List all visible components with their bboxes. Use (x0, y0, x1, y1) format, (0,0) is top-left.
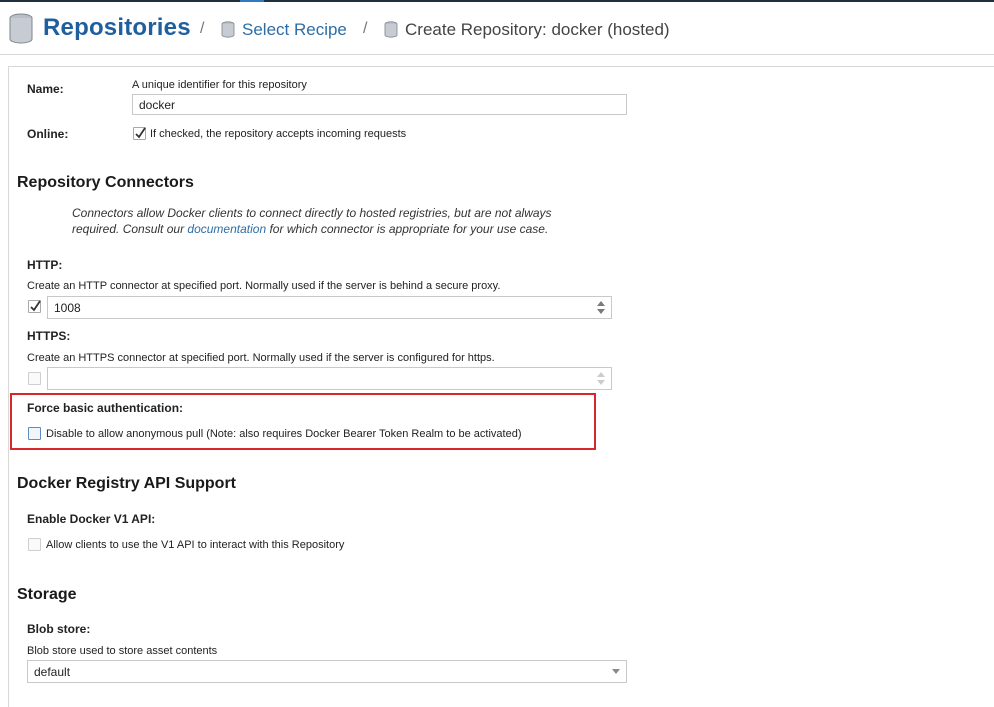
http-label: HTTP: (27, 258, 63, 272)
online-checkbox[interactable] (133, 127, 146, 140)
breadcrumb-separator: / (363, 20, 368, 37)
online-checkbox-label: If checked, the repository accepts incom… (150, 128, 407, 140)
blob-store-label: Blob store: (27, 622, 91, 636)
breadcrumb-header: Repositories / Select Recipe / Create Re… (0, 2, 994, 55)
name-field[interactable] (132, 94, 627, 115)
blob-store-select[interactable]: default (27, 660, 627, 683)
spinner-arrows-icon[interactable] (597, 371, 606, 386)
database-icon (384, 21, 398, 43)
breadcrumb-current-page: Create Repository: docker (hosted) (405, 20, 670, 39)
database-icon (221, 21, 235, 43)
enable-v1-label: Enable Docker V1 API: (27, 512, 156, 526)
force-basic-auth-checkbox[interactable] (28, 427, 41, 440)
connectors-description: Connectors allow Docker clients to conne… (72, 205, 582, 237)
checkmark-icon (30, 300, 41, 312)
checkmark-icon (135, 127, 146, 139)
repository-connectors-heading: Repository Connectors (17, 174, 194, 191)
http-port-field[interactable]: 1008 (47, 296, 612, 319)
blob-store-value: default (34, 665, 71, 679)
http-port-value: 1008 (54, 301, 81, 315)
https-help: Create an HTTPS connector at specified p… (27, 352, 495, 364)
chevron-down-icon[interactable] (612, 669, 620, 674)
breadcrumb-select-recipe[interactable]: Select Recipe (242, 20, 347, 40)
http-checkbox[interactable] (28, 300, 41, 313)
page-title[interactable]: Repositories (43, 14, 191, 42)
connectors-description-text: for which connector is appropriate for y… (266, 222, 549, 236)
database-icon (8, 13, 34, 50)
spinner-arrows-icon[interactable] (597, 300, 606, 315)
https-label: HTTPS: (27, 329, 71, 343)
https-port-field[interactable] (47, 367, 612, 390)
name-help: A unique identifier for this repository (132, 79, 307, 91)
online-label: Online: (27, 127, 69, 141)
http-help: Create an HTTP connector at specified po… (27, 280, 501, 292)
breadcrumb-separator: / (200, 20, 205, 37)
https-checkbox[interactable] (28, 372, 41, 385)
name-label: Name: (27, 82, 64, 96)
force-basic-auth-label: Force basic authentication: (27, 401, 184, 415)
blob-store-help: Blob store used to store asset contents (27, 645, 218, 657)
docker-api-heading: Docker Registry API Support (17, 475, 237, 492)
enable-v1-checkbox-label: Allow clients to use the V1 API to inter… (46, 539, 345, 551)
storage-heading: Storage (17, 586, 77, 603)
force-basic-auth-checkbox-label: Disable to allow anonymous pull (Note: a… (46, 428, 522, 440)
documentation-link[interactable]: documentation (187, 222, 266, 236)
enable-v1-checkbox[interactable] (28, 538, 41, 551)
